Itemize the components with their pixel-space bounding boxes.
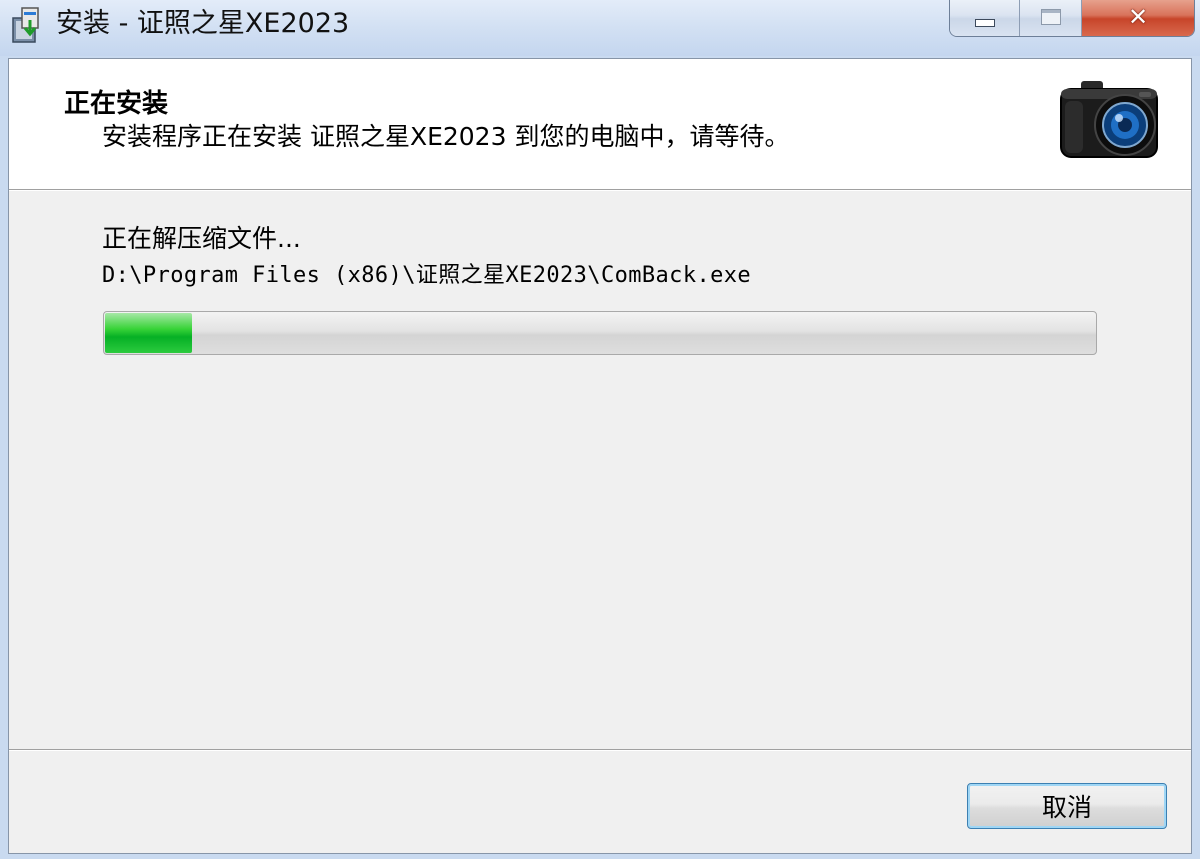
- installer-icon: [12, 7, 39, 43]
- close-button[interactable]: ✕: [1082, 0, 1194, 36]
- install-progress-bar: [103, 311, 1097, 355]
- current-file-path: D:\Program Files (x86)\证照之星XE2023\ComBac…: [102, 263, 752, 288]
- header-panel: 正在安装 安装程序正在安装 证照之星XE2023 到您的电脑中，请等待。: [9, 59, 1191, 189]
- minimize-icon: [974, 19, 995, 27]
- status-text: 正在解压缩文件...: [102, 224, 301, 253]
- close-icon: ✕: [1127, 3, 1149, 31]
- page-title: 正在安装: [64, 89, 169, 119]
- title-bar[interactable]: 安装 - 证照之星XE2023 ✕: [0, 0, 1200, 56]
- minimize-button[interactable]: [950, 0, 1020, 36]
- header-divider: [9, 189, 1191, 191]
- window-title: 安装 - 证照之星XE2023: [56, 8, 350, 39]
- camera-icon: [1060, 81, 1158, 158]
- installer-client-area: 正在安装 安装程序正在安装 证照之星XE2023 到您的电脑中，请等待。 正在解…: [8, 58, 1192, 854]
- progress-fill: [105, 313, 193, 353]
- footer-divider: [9, 749, 1191, 751]
- cancel-button[interactable]: 取消: [967, 783, 1167, 829]
- maximize-button[interactable]: [1020, 0, 1082, 36]
- window-controls: ✕: [949, 0, 1195, 37]
- maximize-icon: [1040, 9, 1061, 25]
- page-subtitle: 安装程序正在安装 证照之星XE2023 到您的电脑中，请等待。: [102, 122, 790, 151]
